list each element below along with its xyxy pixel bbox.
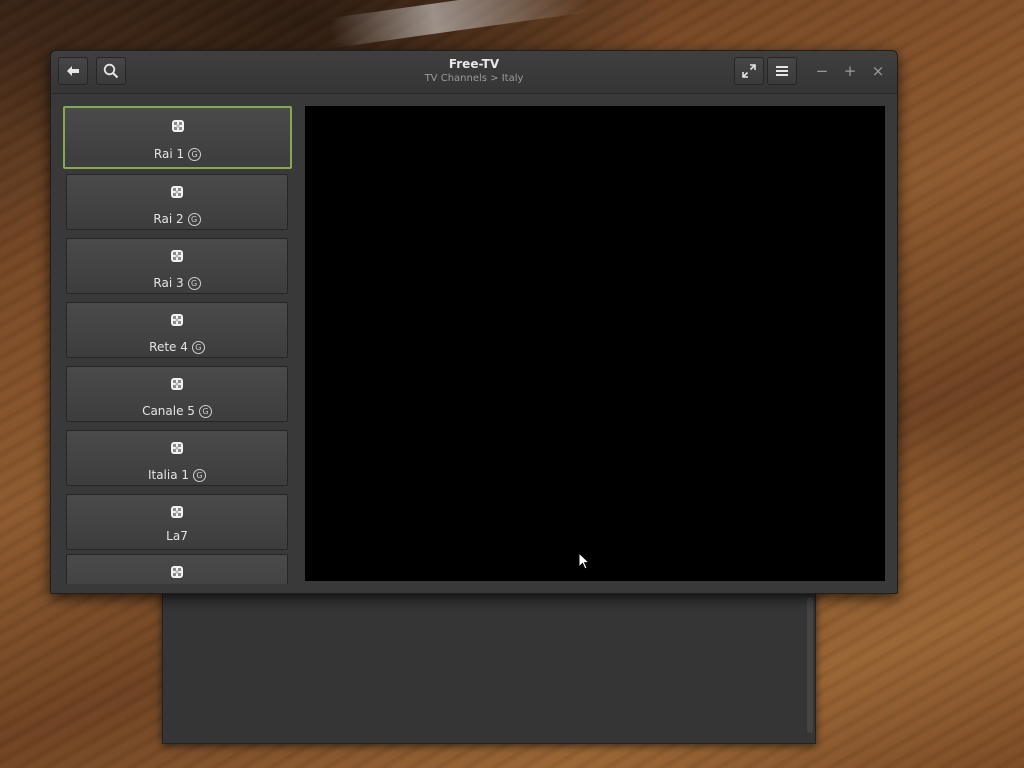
channel-item-rai-3[interactable]: Rai 3G bbox=[66, 238, 288, 294]
channel-list: Rai 1G Rai 2G Rai 3G Rete 4G Canale 5G I… bbox=[63, 106, 293, 584]
channel-item-italia-1[interactable]: Italia 1G bbox=[66, 430, 288, 486]
channel-item-la7[interactable]: La7 bbox=[66, 494, 288, 550]
channel-logo-placeholder-icon bbox=[169, 248, 185, 264]
guide-badge-icon: G bbox=[191, 341, 205, 354]
channel-item-canale-5[interactable]: Canale 5G bbox=[66, 366, 288, 422]
channel-logo-placeholder-icon bbox=[169, 184, 185, 200]
close-button[interactable]: × bbox=[869, 61, 887, 81]
channel-item-rete-4[interactable]: Rete 4G bbox=[66, 302, 288, 358]
maximize-button[interactable]: + bbox=[841, 61, 859, 81]
fullscreen-button[interactable] bbox=[734, 57, 764, 85]
channel-name: Canale 5 bbox=[142, 404, 195, 418]
channel-logo-placeholder-icon bbox=[169, 440, 185, 456]
free-tv-window: Free-TV TV Channels > Italy − + × Rai 1 … bbox=[50, 50, 898, 594]
channel-name: Italia 1 bbox=[147, 468, 190, 482]
channel-logo-placeholder-icon bbox=[169, 312, 185, 328]
fullscreen-expand-icon bbox=[741, 63, 757, 79]
channel-item-rai-2[interactable]: Rai 2G bbox=[66, 174, 288, 230]
channel-logo-placeholder-icon bbox=[169, 564, 185, 580]
channel-item-rai-1[interactable]: Rai 1G bbox=[63, 106, 292, 169]
guide-badge-icon: G bbox=[187, 277, 201, 290]
minimize-button[interactable]: − bbox=[813, 61, 831, 81]
hamburger-menu-icon bbox=[775, 65, 789, 77]
channel-logo-placeholder-icon bbox=[170, 118, 186, 134]
channel-name: Rete 4 bbox=[149, 340, 188, 354]
background-window bbox=[162, 588, 816, 744]
channel-logo-placeholder-icon bbox=[169, 504, 185, 520]
header-bar: Free-TV TV Channels > Italy − + × bbox=[51, 51, 897, 94]
channel-name: La7 bbox=[166, 529, 188, 543]
guide-badge-icon: G bbox=[187, 213, 201, 226]
mouse-pointer-icon bbox=[578, 551, 591, 574]
guide-badge-icon: G bbox=[193, 469, 207, 482]
guide-badge-icon: G bbox=[198, 405, 212, 418]
guide-badge-icon: G bbox=[188, 148, 202, 161]
channel-item-partial[interactable] bbox=[66, 554, 288, 584]
menu-button[interactable] bbox=[767, 57, 797, 85]
channel-name: Rai 2 bbox=[153, 212, 184, 226]
background-window-scrollbar bbox=[807, 597, 813, 733]
channel-name: Rai 1 bbox=[153, 147, 185, 161]
channel-name: Rai 3 bbox=[153, 276, 184, 290]
video-player-area[interactable] bbox=[305, 106, 885, 581]
background-light-streak bbox=[329, 0, 591, 48]
channel-logo-placeholder-icon bbox=[169, 376, 185, 392]
